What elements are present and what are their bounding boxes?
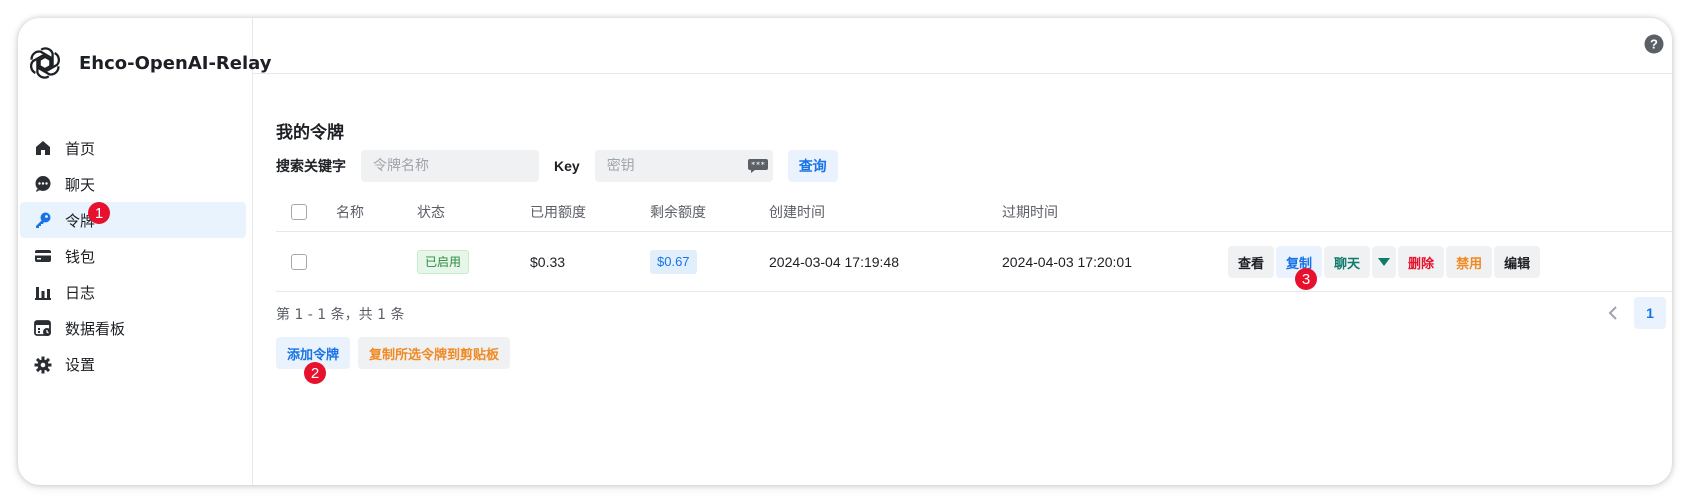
page-1-button[interactable]: 1 (1634, 297, 1666, 329)
pagination: 1 (1598, 297, 1666, 329)
sidebar-item-label: 首页 (65, 139, 96, 158)
sidebar-nav: 首页 聊天 令牌 1 钱包 日志 数据看板 设置 (20, 130, 246, 383)
dashboard-icon (34, 319, 52, 337)
select-all-cell (291, 192, 307, 231)
row-select-cell (291, 232, 307, 291)
status-badge: 已启用 (417, 249, 470, 274)
caret-down-icon (1378, 258, 1391, 266)
pagination-summary: 第 1 - 1 条，共 1 条 (276, 307, 405, 323)
gear-icon (34, 356, 52, 374)
header-created-time[interactable]: 创建时间 (769, 192, 825, 231)
remaining-quota-badge: $0.67 (650, 249, 697, 274)
select-all-checkbox[interactable] (291, 203, 307, 220)
sidebar-item-chat[interactable]: 聊天 (20, 166, 246, 202)
used-quota: $0.33 (530, 253, 566, 270)
key-input-wrapper: *** (594, 150, 773, 182)
prev-page-button[interactable] (1598, 297, 1628, 329)
search-bar: 搜索关键字 Key *** 查询 (276, 150, 838, 182)
chat-dropdown-button[interactable] (1372, 246, 1397, 278)
key-icon (34, 211, 52, 229)
sidebar-item-settings[interactable]: 设置 (20, 347, 246, 383)
step-badge-2: 2 (304, 362, 326, 384)
openai-logo-icon (30, 47, 60, 79)
row-checkbox[interactable] (291, 253, 307, 270)
token-name-input[interactable] (361, 150, 539, 182)
header-expire-time[interactable]: 过期时间 (1002, 192, 1058, 231)
password-keyboard-icon[interactable]: *** (747, 158, 769, 174)
brand[interactable]: Ehco-OpenAI-Relay (26, 44, 272, 82)
header-status[interactable]: 状态 (417, 192, 445, 231)
sidebar-item-label: 聊天 (65, 175, 96, 194)
sidebar-item-label: 数据看板 (65, 319, 126, 338)
step-badge-3: 3 (1295, 268, 1317, 290)
chart-bar-icon (34, 283, 52, 301)
sidebar-item-logs[interactable]: 日志 (20, 274, 246, 310)
svg-text:?: ? (1650, 37, 1658, 52)
sidebar-item-home[interactable]: 首页 (20, 130, 246, 166)
row-actions: 查看 复制 聊天 删除 禁用 编辑 (1228, 246, 1541, 278)
created-time: 2024-03-04 17:19:48 (769, 253, 899, 270)
table-row: 已启用 $0.33 $0.67 2024-03-04 17:19:48 2024… (276, 232, 1672, 292)
sidebar-item-wallet[interactable]: 钱包 (20, 238, 246, 274)
disable-button[interactable]: 禁用 (1446, 246, 1493, 278)
table-header: 名称 状态 已用额度 剩余额度 创建时间 过期时间 (276, 192, 1672, 232)
sidebar-item-label: 设置 (65, 356, 96, 375)
key-label: Key (554, 158, 580, 174)
edit-button[interactable]: 编辑 (1494, 246, 1541, 278)
sidebar-item-dashboard[interactable]: 数据看板 (20, 310, 246, 346)
tokens-table: 名称 状态 已用额度 剩余额度 创建时间 过期时间 已启用 $0.33 $0.6… (276, 192, 1672, 292)
copy-selected-tokens-button[interactable]: 复制所选令牌到剪贴板 (358, 337, 511, 369)
home-icon (34, 139, 52, 157)
sidebar-item-label: 日志 (65, 283, 96, 302)
page-title: 我的令牌 (276, 123, 344, 143)
svg-text:***: *** (750, 161, 765, 170)
main-content: 我的令牌 搜索关键字 Key *** 查询 名称 状态 (276, 74, 1672, 485)
sidebar: Ehco-OpenAI-Relay 首页 聊天 令牌 1 钱包 日志 数据看板 … (18, 18, 272, 485)
chevron-left-icon (1608, 306, 1617, 320)
header-name[interactable]: 名称 (336, 192, 364, 231)
view-button[interactable]: 查看 (1228, 246, 1275, 278)
header-remaining-quota[interactable]: 剩余额度 (650, 192, 706, 231)
top-bar: ? (253, 18, 1672, 74)
remaining-cell: $0.67 (650, 232, 697, 291)
chat-button[interactable]: 聊天 (1324, 246, 1371, 278)
header-used-quota[interactable]: 已用额度 (530, 192, 586, 231)
step-badge-1: 1 (88, 202, 110, 225)
delete-button[interactable]: 删除 (1398, 246, 1445, 278)
wallet-icon (34, 247, 52, 265)
app-name: Ehco-OpenAI-Relay (79, 52, 272, 74)
sidebar-item-label: 钱包 (65, 247, 96, 266)
sidebar-item-tokens[interactable]: 令牌 1 (20, 202, 246, 239)
search-button[interactable]: 查询 (787, 150, 838, 182)
status-cell: 已启用 (417, 232, 470, 291)
search-label: 搜索关键字 (276, 159, 346, 175)
chat-icon (34, 175, 52, 193)
expire-time: 2024-04-03 17:20:01 (1002, 253, 1132, 270)
help-icon[interactable]: ? (1644, 34, 1664, 54)
app-window: Ehco-OpenAI-Relay 首页 聊天 令牌 1 钱包 日志 数据看板 … (18, 18, 1672, 485)
